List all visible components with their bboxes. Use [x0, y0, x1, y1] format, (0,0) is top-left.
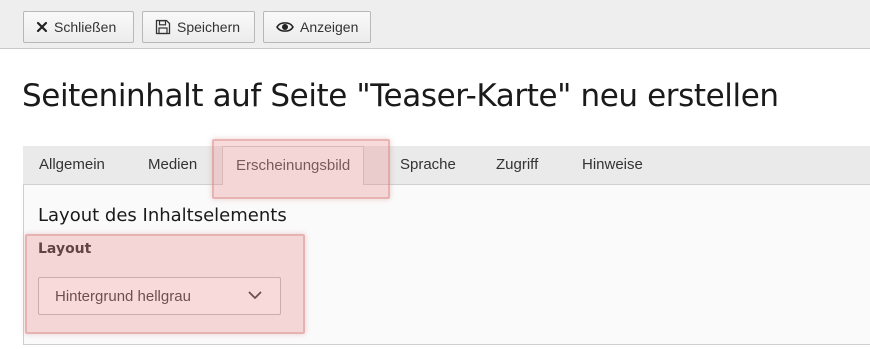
section-title: Layout des Inhaltselements [38, 205, 287, 226]
tab-allgemein[interactable]: Allgemein [39, 146, 105, 184]
save-button[interactable]: Speichern [142, 11, 255, 43]
layout-field-label: Layout [38, 241, 92, 257]
layout-select-value: Hintergrund hellgrau [55, 287, 191, 305]
tab-erscheinungsbild[interactable]: Erscheinungsbild [222, 146, 365, 185]
layout-select[interactable]: Hintergrund hellgrau [38, 277, 281, 315]
view-button-label: Anzeigen [300, 19, 359, 35]
save-button-label: Speichern [177, 19, 241, 35]
page-title: Seiteninhalt auf Seite "Teaser-Karte" ne… [22, 78, 779, 114]
save-icon [155, 19, 171, 35]
tab-hinweise[interactable]: Hinweise [582, 146, 643, 184]
close-button[interactable]: Schließen [23, 11, 134, 43]
tab-zugriff[interactable]: Zugriff [496, 146, 538, 184]
toolbar: Schließen Speichern Anzeigen [0, 0, 870, 49]
eye-icon [276, 22, 294, 32]
close-icon [36, 21, 48, 33]
view-button[interactable]: Anzeigen [263, 11, 371, 43]
tab-sprache[interactable]: Sprache [400, 146, 456, 184]
close-button-label: Schließen [54, 19, 117, 35]
tab-bar: Allgemein Medien Erscheinungsbild Sprach… [23, 146, 870, 185]
tab-medien[interactable]: Medien [148, 146, 197, 184]
chevron-down-icon [248, 291, 262, 299]
